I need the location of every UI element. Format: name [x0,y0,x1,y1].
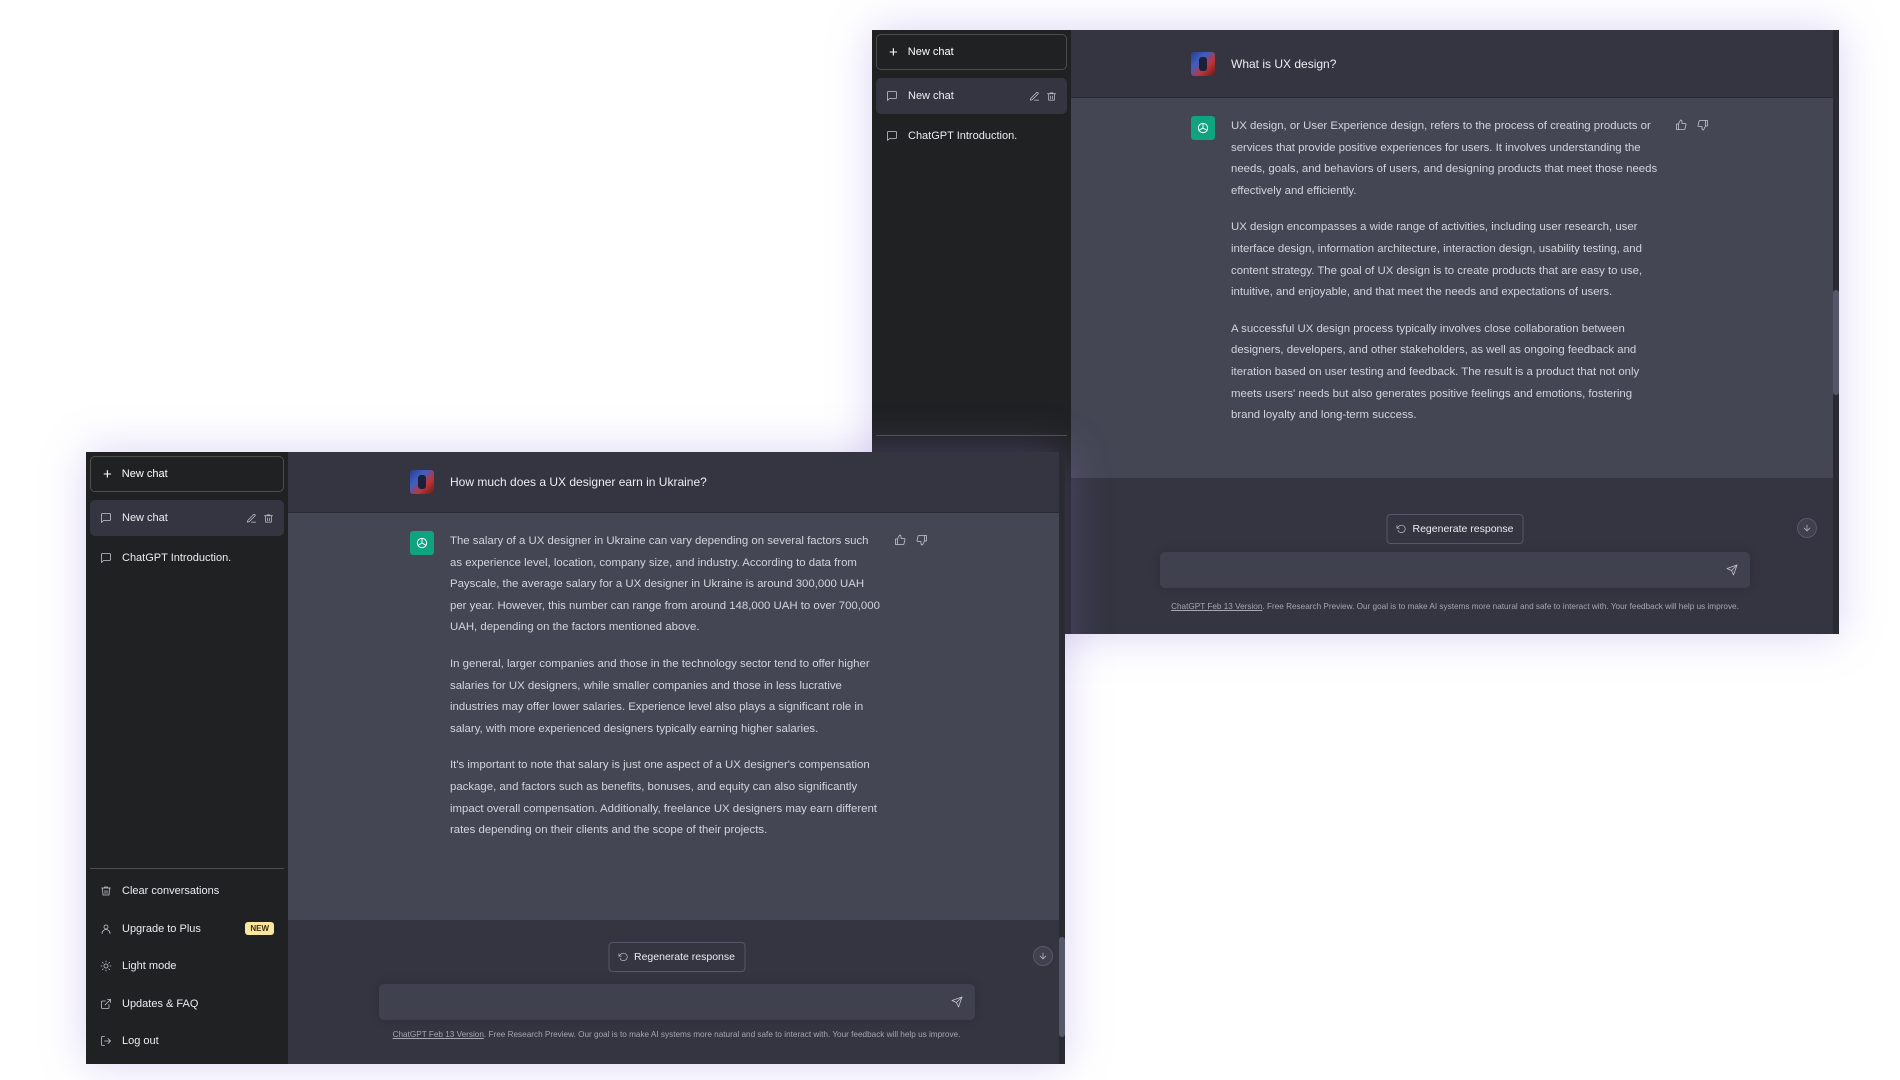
regenerate-button[interactable]: Regenerate response [608,942,745,972]
conversation-label: New chat [908,90,954,102]
thumbs-up-icon[interactable] [894,533,906,547]
user-avatar [410,470,434,494]
assistant-message: The salary of a UX designer in Ukraine c… [450,531,882,920]
scrollbar-thumb[interactable] [1833,290,1839,395]
conversation-label: New chat [122,512,168,524]
refresh-icon [1396,524,1407,534]
regenerate-button[interactable]: Regenerate response [1386,514,1524,544]
trash-icon[interactable] [263,513,274,524]
external-link-icon [100,998,112,1010]
new-chat-label: New chat [907,46,954,58]
thumbs-down-icon[interactable] [916,533,928,547]
composer-area: Regenerate response ChatGPT Feb 13 Versi… [288,920,1065,1064]
version-link[interactable]: ChatGPT Feb 13 Version [1171,602,1262,611]
chatgpt-logo-icon [1191,116,1215,140]
arrow-down-icon [1802,523,1812,533]
chat-bubble-icon [100,512,112,524]
trash-icon[interactable] [1046,91,1057,102]
new-badge: NEW [245,922,274,936]
bottom-item-label: Updates & FAQ [122,997,199,1010]
answer-paragraph: UX design, or User Experience design, re… [1231,120,1658,197]
feedback-buttons [1675,118,1709,132]
updates-faq-link[interactable]: Updates & FAQ [90,985,284,1023]
user-message-row: What is UX design? [1071,30,1839,98]
logout-icon [100,1035,112,1047]
user-message: What is UX design? [1231,56,1337,71]
footer-text: . Free Research Preview. Our goal is to … [1262,602,1739,611]
feedback-buttons [894,533,928,547]
answer-paragraph: In general, larger companies and those i… [450,657,870,735]
new-chat-button[interactable]: + New chat [876,34,1067,70]
refresh-icon [618,952,628,962]
chat-bubble-icon [886,90,898,102]
user-message: How much does a UX designer earn in Ukra… [450,475,707,489]
regenerate-label: Regenerate response [1412,523,1514,535]
chat-main: How much does a UX designer earn in Ukra… [288,452,1065,1064]
clear-conversations-button[interactable]: Clear conversations [90,873,284,911]
chatgpt-logo-icon [410,531,434,555]
bottom-item-label: Light mode [122,960,177,973]
assistant-message: UX design, or User Experience design, re… [1231,116,1663,478]
user-avatar [1191,51,1215,76]
plus-icon: + [889,43,898,61]
scroll-to-bottom-button[interactable] [1797,518,1817,538]
assistant-message-row: UX design, or User Experience design, re… [1071,98,1833,478]
scrollbar[interactable] [1833,30,1839,634]
plus-icon: + [103,465,112,483]
message-input-box [378,984,975,1020]
conversation-label: ChatGPT Introduction. [908,130,1018,142]
thumbs-down-icon[interactable] [1697,118,1709,132]
sun-icon [100,960,112,972]
thumbs-up-icon[interactable] [1675,118,1687,132]
log-out-button[interactable]: Log out [90,1023,284,1061]
message-input-box [1160,552,1750,588]
chat-bubble-icon [886,130,898,142]
message-input[interactable] [378,995,951,1009]
conversation-label: ChatGPT Introduction. [122,552,232,564]
message-input[interactable] [1160,563,1726,577]
upgrade-to-plus-button[interactable]: Upgrade to Plus NEW [90,910,284,948]
composer-area: Regenerate response ChatGPT Feb 13 Versi… [1071,478,1839,634]
scrollbar[interactable] [1059,452,1065,1064]
light-mode-button[interactable]: Light mode [90,948,284,986]
chat-bubble-icon [100,552,112,564]
send-icon[interactable] [1726,564,1738,576]
answer-paragraph: A successful UX design process typically… [1231,322,1640,422]
answer-paragraph: It's important to note that salary is ju… [450,759,877,837]
conversation-item[interactable]: New chat [876,78,1067,114]
answer-paragraph: UX design encompasses a wide range of ac… [1231,221,1643,299]
version-link[interactable]: ChatGPT Feb 13 Version [393,1030,484,1039]
chat-main: What is UX design? UX design, or User Ex… [1071,30,1839,634]
bottom-item-label: Clear conversations [122,885,220,898]
assistant-message-row: The salary of a UX designer in Ukraine c… [288,513,1059,920]
edit-icon[interactable] [1029,91,1040,102]
answer-paragraph: The salary of a UX designer in Ukraine c… [450,535,880,634]
send-icon[interactable] [951,996,963,1008]
bottom-item-label: Upgrade to Plus [122,922,201,935]
footer-text: . Free Research Preview. Our goal is to … [483,1030,961,1039]
user-message-row: How much does a UX designer earn in Ukra… [288,452,1065,513]
sidebar-bottom: Clear conversations Upgrade to Plus NEW … [90,867,284,1061]
edit-icon[interactable] [246,513,257,524]
regenerate-label: Regenerate response [634,951,735,963]
new-chat-button[interactable]: + New chat [90,456,284,492]
chat-window-front: + New chat New chat ChatGPT Introduction… [86,452,1065,1064]
scrollbar-thumb[interactable] [1059,937,1065,1037]
new-chat-label: New chat [121,468,168,480]
user-icon [100,923,112,935]
footer-note: ChatGPT Feb 13 Version. Free Research Pr… [288,1030,1065,1039]
trash-icon [100,885,112,897]
conversation-item[interactable]: ChatGPT Introduction. [876,118,1067,154]
bottom-item-label: Log out [122,1035,159,1048]
conversation-item[interactable]: ChatGPT Introduction. [90,540,284,576]
arrow-down-icon [1038,951,1048,961]
conversation-item[interactable]: New chat [90,500,284,536]
sidebar: + New chat New chat ChatGPT Introduction… [86,452,288,1064]
footer-note: ChatGPT Feb 13 Version. Free Research Pr… [1071,602,1839,611]
scroll-to-bottom-button[interactable] [1033,946,1053,966]
